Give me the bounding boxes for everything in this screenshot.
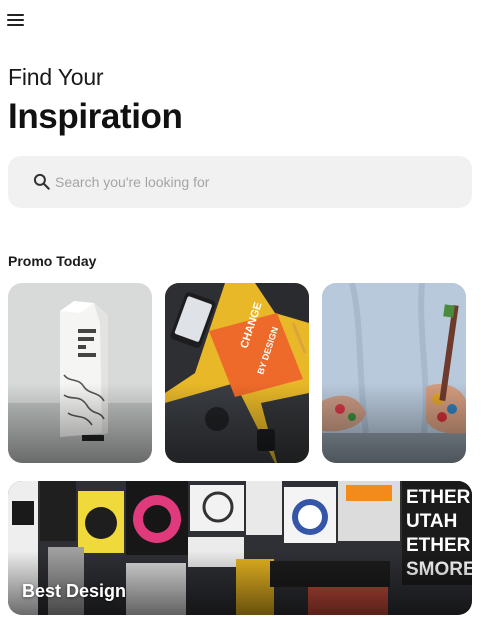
promo-card-paint-hands[interactable]	[322, 283, 466, 463]
svg-text:SMORE: SMORE	[406, 559, 472, 580]
svg-text:ETHER: ETHER	[406, 487, 471, 508]
page-title-line-1: Find Your	[8, 64, 104, 90]
promo-image-boxed-water	[8, 283, 152, 463]
feature-card-title: Best Design	[22, 581, 127, 601]
promo-card-boxed-water[interactable]	[8, 283, 152, 463]
svg-text:UTAH: UTAH	[406, 511, 457, 532]
promo-image-paint-hands	[322, 283, 466, 463]
svg-text:ETHER: ETHER	[406, 535, 471, 556]
search-input[interactable]	[55, 156, 455, 208]
menu-icon[interactable]	[7, 13, 24, 27]
section-title-promo: Promo Today	[8, 253, 97, 269]
search-bar[interactable]	[8, 156, 472, 208]
feature-card-best-design[interactable]: ETHER UTAH ETHER SMORE Best Design	[8, 481, 472, 615]
menu-icon-line	[7, 24, 24, 26]
page-title-line-2: Inspiration	[8, 97, 183, 136]
search-icon[interactable]	[32, 172, 52, 192]
promo-card-change-by-design[interactable]: CHANGE BY DESIGN	[165, 283, 309, 463]
promo-image-change-by-design: CHANGE BY DESIGN	[165, 283, 309, 463]
menu-icon-line	[7, 19, 24, 21]
menu-icon-line	[7, 14, 24, 16]
